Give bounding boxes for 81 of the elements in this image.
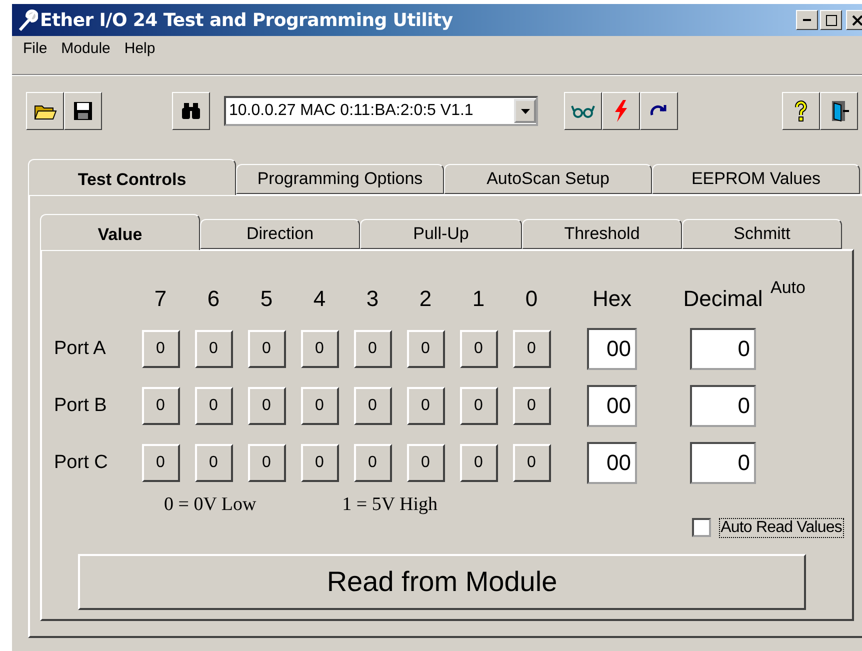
bit-button[interactable]: 0 xyxy=(194,330,232,368)
reset-button[interactable] xyxy=(640,92,678,130)
caret-icon xyxy=(520,106,530,116)
bit-button[interactable]: 0 xyxy=(248,386,286,424)
dropdown-button[interactable] xyxy=(514,99,536,123)
bit-button[interactable]: 0 xyxy=(406,444,444,482)
tab[interactable]: Pull-Up xyxy=(360,219,522,249)
hex-header: Hex xyxy=(592,285,632,312)
exit-button[interactable] xyxy=(820,92,858,130)
hex-field[interactable]: 00 xyxy=(587,328,637,370)
bit-header: 7 xyxy=(154,285,167,312)
port-label: Port B xyxy=(53,394,108,416)
auto-read-checkbox[interactable] xyxy=(692,518,711,537)
hex-field[interactable]: 00 xyxy=(587,442,637,484)
bit-header: 0 xyxy=(525,285,538,312)
bit-button[interactable]: 0 xyxy=(406,330,444,368)
bit-button[interactable]: 0 xyxy=(354,444,392,482)
bit-button[interactable]: 0 xyxy=(512,444,550,482)
bit-button[interactable]: 0 xyxy=(194,444,232,482)
bit-button[interactable]: 0 xyxy=(194,386,232,424)
bit-button[interactable]: 0 xyxy=(300,444,338,482)
bit-button[interactable]: 0 xyxy=(406,386,444,424)
glasses-button[interactable] xyxy=(564,92,602,130)
auto-header: Auto xyxy=(770,277,806,298)
decimal-field[interactable]: 0 xyxy=(690,384,756,426)
bit-header: 2 xyxy=(419,285,432,312)
bit-button[interactable]: 0 xyxy=(300,386,338,424)
menu-item[interactable]: Help xyxy=(117,40,162,60)
bit-button[interactable]: 0 xyxy=(248,444,286,482)
maximize-button[interactable] xyxy=(820,10,842,30)
decimal-field[interactable]: 0 xyxy=(690,328,756,370)
bit-header: 5 xyxy=(260,285,273,312)
bit-button[interactable]: 0 xyxy=(142,444,180,482)
wrench-icon xyxy=(16,8,38,32)
menu-item[interactable]: File xyxy=(16,40,54,60)
bit-button[interactable]: 0 xyxy=(460,444,498,482)
bit-button[interactable]: 0 xyxy=(354,330,392,368)
tab[interactable]: AutoScan Setup xyxy=(444,164,652,194)
bit-button[interactable]: 0 xyxy=(512,386,550,424)
checkbox-label[interactable]: Auto Read Values xyxy=(718,518,844,538)
minimize-icon xyxy=(803,19,811,21)
bit-button[interactable]: 0 xyxy=(142,330,180,368)
close-button[interactable] xyxy=(846,10,862,30)
help-button[interactable] xyxy=(782,92,820,130)
tab[interactable]: Direction xyxy=(200,219,360,249)
bit-header: 6 xyxy=(207,285,220,312)
bit-button[interactable]: 0 xyxy=(354,386,392,424)
tab[interactable]: Threshold xyxy=(522,219,682,249)
tab[interactable]: EEPROM Values xyxy=(652,164,860,194)
decimal-header: Decimal xyxy=(683,285,763,312)
port-label: Port A xyxy=(53,338,107,360)
window-title: Ether I/O 24 Test and Programming Utility xyxy=(40,10,454,30)
decimal-field[interactable]: 0 xyxy=(690,442,756,484)
bit-button[interactable]: 0 xyxy=(460,330,498,368)
tab[interactable]: Schmitt xyxy=(682,219,842,249)
legend-text: 1 = 5V High xyxy=(342,494,438,516)
port-label: Port C xyxy=(53,452,109,474)
device-dropdown[interactable]: 10.0.0.27 MAC 0:11:BA:2:0:5 V1.1 xyxy=(224,96,538,126)
device-value: 10.0.0.27 MAC 0:11:BA:2:0:5 V1.1 xyxy=(228,102,474,120)
bit-header: 1 xyxy=(472,285,485,312)
tab[interactable]: Programming Options xyxy=(236,164,444,194)
bit-button[interactable]: 0 xyxy=(512,330,550,368)
tab[interactable]: Test Controls xyxy=(28,159,236,195)
menu-item[interactable]: Module xyxy=(54,40,118,60)
save-button[interactable] xyxy=(64,92,102,130)
maximize-icon xyxy=(824,14,838,26)
tab[interactable]: Value xyxy=(40,214,200,250)
legend-text: 0 = 0V Low xyxy=(164,494,256,516)
open-button[interactable] xyxy=(26,92,64,130)
program-button[interactable] xyxy=(602,92,640,130)
bit-button[interactable]: 0 xyxy=(248,330,286,368)
read-button[interactable]: Read from Module xyxy=(78,554,806,610)
bit-header: 3 xyxy=(366,285,379,312)
close-icon xyxy=(850,14,862,26)
find-button[interactable] xyxy=(172,92,210,130)
hex-field[interactable]: 00 xyxy=(587,384,637,426)
minimize-button[interactable] xyxy=(796,10,818,30)
bit-button[interactable]: 0 xyxy=(460,386,498,424)
bit-header: 4 xyxy=(313,285,326,312)
bit-button[interactable]: 0 xyxy=(300,330,338,368)
bit-button[interactable]: 0 xyxy=(142,386,180,424)
